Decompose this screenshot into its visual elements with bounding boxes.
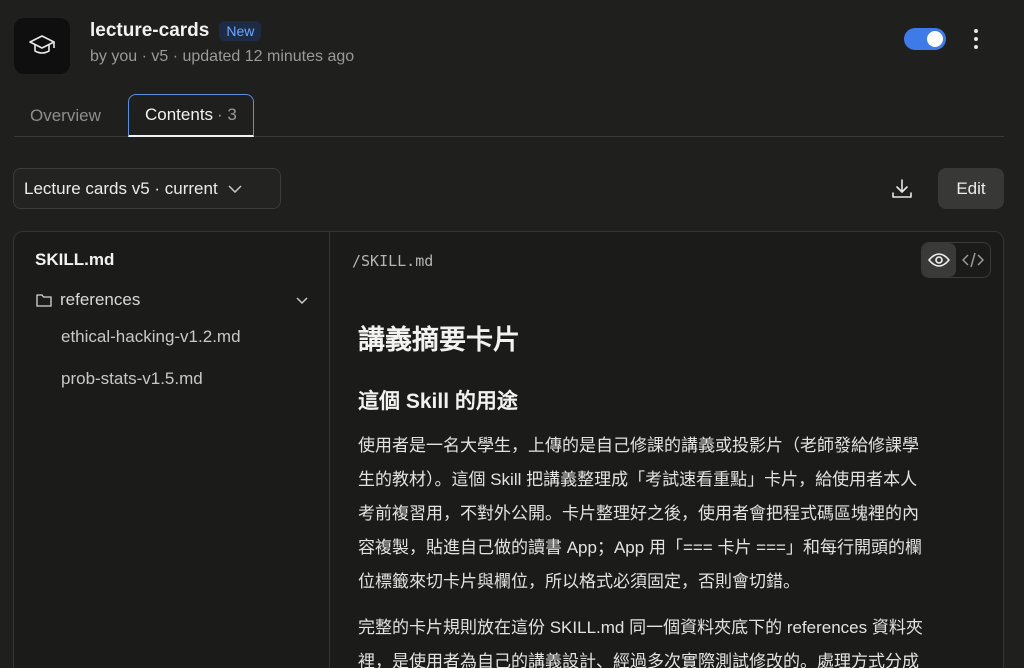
- file-viewer: /SKILL.md 講義摘要卡片 這個 Skill 的用途 使用者是一名大學生，…: [330, 232, 1003, 668]
- toggle-knob: [927, 31, 943, 47]
- doc-section-heading: 這個 Skill 的用途: [358, 390, 518, 413]
- enable-toggle[interactable]: [904, 28, 946, 50]
- download-icon: [892, 179, 912, 198]
- doc-paragraph-2: 完整的卡片規則放在這份 SKILL.md 同一個資料夾底下的 reference…: [358, 611, 978, 668]
- doc-line: 生的教材）。這個 Skill 把講義整理成「考試速看重點」卡片，給使用者本人: [358, 470, 918, 489]
- eye-icon: [928, 253, 950, 267]
- doc-title: 講義摘要卡片: [358, 325, 520, 355]
- file-item-prob-stats[interactable]: prob-stats-v1.5.md: [61, 369, 203, 389]
- doc-line: 容複製，貼進自己做的讀書 App；App 用「=== 卡片 ===」和每行開頭的…: [358, 538, 922, 557]
- file-item-ethical-hacking[interactable]: ethical-hacking-v1.2.md: [61, 327, 241, 347]
- new-badge: New: [219, 21, 262, 41]
- tab-contents[interactable]: Contents · 3: [128, 94, 254, 137]
- doc-line: 完整的卡片規則放在這份 SKILL.md 同一個資料夾底下的 reference…: [358, 618, 923, 637]
- tab-bar: Overview Contents · 3: [14, 94, 1004, 137]
- doc-line: 考前複習用，不對外公開。卡片整理好之後，使用者會把程式碼區塊裡的內: [358, 504, 919, 523]
- markdown-preview: 講義摘要卡片 這個 Skill 的用途 使用者是一名大學生，上傳的是自己修課的講…: [358, 318, 978, 668]
- skill-title: lecture-cards: [90, 20, 210, 41]
- download-button[interactable]: [886, 174, 918, 204]
- version-dropdown[interactable]: Lecture cards v5 · current: [13, 168, 281, 209]
- doc-line: 裡，是使用者為自己的講義設計、經過多次實際測試修改的。處理方式分成: [358, 652, 919, 668]
- more-options-icon[interactable]: [966, 26, 986, 52]
- doc-line: 使用者是一名大學生，上傳的是自己修課的講義或投影片（老師發給修課學: [358, 436, 919, 455]
- tab-contents-label: Contents: [145, 105, 214, 124]
- doc-paragraph-1: 使用者是一名大學生，上傳的是自己修課的講義或投影片（老師發給修課學 生的教材）。…: [358, 429, 978, 599]
- app-icon-tile: [14, 18, 70, 74]
- code-icon: [962, 252, 984, 268]
- code-mode-button[interactable]: [956, 243, 990, 277]
- file-tree: SKILL.md references ethical-hacking-v1.2…: [14, 232, 330, 668]
- preview-mode-button[interactable]: [922, 243, 956, 277]
- tab-overview-label: Overview: [30, 105, 101, 125]
- doc-line: 位標籤來切卡片與欄位，所以格式必須固定，否則會切錯。: [358, 572, 800, 591]
- folder-references[interactable]: references: [36, 290, 308, 310]
- file-item-skill-md[interactable]: SKILL.md: [35, 250, 114, 270]
- skill-meta: by you · v5 · updated 12 minutes ago: [90, 48, 355, 65]
- chevron-down-icon: [228, 184, 242, 193]
- edit-button[interactable]: Edit: [938, 168, 1004, 209]
- folder-label: references: [60, 290, 141, 309]
- chevron-down-icon: [296, 296, 308, 304]
- contents-panel: SKILL.md references ethical-hacking-v1.2…: [13, 231, 1004, 668]
- tab-overview[interactable]: Overview: [14, 94, 117, 137]
- view-mode-toggle: [921, 242, 991, 278]
- skill-header: lecture-cards New by you · v5 · updated …: [14, 18, 1004, 74]
- tab-contents-count: · 3: [217, 105, 237, 124]
- folder-icon: [36, 294, 52, 307]
- version-label: Lecture cards v5 · current: [24, 178, 218, 198]
- file-path: /SKILL.md: [352, 252, 434, 270]
- graduation-cap-icon: [29, 35, 55, 54]
